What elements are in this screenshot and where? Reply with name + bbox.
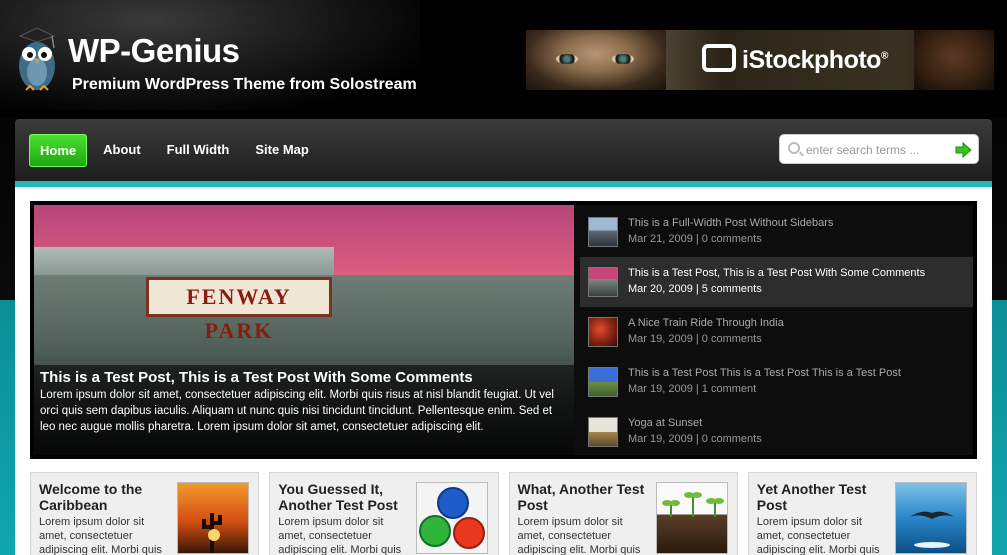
main-nav: Home About Full Width Site Map — [15, 119, 992, 181]
search-input[interactable] — [806, 141, 946, 159]
feature-box: Welcome to the Caribbean Lorem ipsum dol… — [30, 472, 260, 555]
featured-image[interactable]: FENWAY PARK This is a Test Post, This is… — [34, 205, 574, 455]
banner-reg-mark: ® — [880, 50, 888, 62]
banner-eye — [612, 54, 634, 64]
banner-logo-text: iStockphoto — [742, 46, 881, 74]
nav-menu: Home About Full Width Site Map — [29, 134, 319, 167]
paint-pots-icon — [419, 487, 486, 549]
featured-excerpt: Lorem ipsum dolor sit amet, consectetuer… — [40, 389, 554, 433]
whale-tail-icon — [909, 511, 954, 548]
post-title[interactable]: Yoga at Sunset — [628, 417, 973, 429]
box-text: Lorem ipsum dolor sit amet, consectetuer… — [278, 516, 402, 555]
ad-banner[interactable]: iStockphoto® — [526, 30, 994, 90]
arrow-right-icon[interactable] — [954, 141, 972, 159]
banner-eye — [556, 54, 578, 64]
fenway-sign: FENWAY PARK — [146, 277, 332, 343]
feature-boxes: Welcome to the Caribbean Lorem ipsum dol… — [30, 472, 977, 555]
post-list-item[interactable]: This is a Test Post This is a Test Post … — [580, 357, 973, 407]
istock-mark-icon — [702, 44, 736, 72]
site-title[interactable]: WP-Genius — [68, 32, 240, 70]
box-text: Lorem ipsum dolor sit amet, consectetuer… — [517, 516, 641, 555]
banner-face-right — [914, 30, 994, 90]
post-meta: Mar 21, 2009 | 0 comments — [628, 233, 762, 245]
featured-title[interactable]: This is a Test Post, This is a Test Post… — [40, 369, 568, 386]
featured-caption: This is a Test Post, This is a Test Post… — [34, 365, 574, 455]
post-thumbnail — [588, 267, 618, 297]
cactus-icon — [202, 513, 222, 553]
nav-item-full-width[interactable]: Full Width — [157, 134, 240, 167]
post-meta: Mar 20, 2009 | 5 comments — [628, 283, 762, 295]
post-list-item[interactable]: This is a Full-Width Post Without Sideba… — [580, 207, 973, 257]
post-title[interactable]: This is a Full-Width Post Without Sideba… — [628, 217, 973, 229]
nav-item-home[interactable]: Home — [29, 134, 88, 167]
box-image[interactable] — [416, 482, 489, 554]
box-image[interactable] — [894, 482, 967, 554]
post-list-item[interactable]: Yoga at Sunset Mar 19, 2009 | 0 comments — [580, 407, 973, 457]
feature-box: You Guessed It, Another Test Post Lorem … — [269, 472, 499, 555]
post-title[interactable]: This is a Test Post, This is a Test Post… — [628, 267, 973, 279]
post-meta: Mar 19, 2009 | 1 comment — [628, 383, 757, 395]
box-title[interactable]: What, Another Test Post — [518, 481, 652, 513]
box-text: Lorem ipsum dolor sit amet, consectetuer… — [756, 516, 880, 555]
post-thumbnail — [588, 217, 618, 247]
owl-logo-icon[interactable] — [14, 26, 60, 96]
featured-post-list: This is a Full-Width Post Without Sideba… — [580, 207, 973, 455]
post-thumbnail — [588, 317, 618, 347]
post-title[interactable]: This is a Test Post This is a Test Post … — [628, 367, 973, 379]
feature-box: What, Another Test Post Lorem ipsum dolo… — [508, 472, 738, 555]
box-image[interactable] — [655, 482, 728, 554]
content-area: FENWAY PARK This is a Test Post, This is… — [15, 187, 992, 555]
site-header: WP-Genius Premium WordPress Theme from S… — [0, 0, 1007, 118]
nav-item-site-map[interactable]: Site Map — [245, 134, 318, 167]
post-thumbnail — [588, 367, 618, 397]
box-text: Lorem ipsum dolor sit amet, consectetuer… — [39, 516, 162, 555]
box-title[interactable]: Yet Another Test Post — [757, 481, 891, 513]
box-image[interactable] — [177, 482, 249, 554]
nav-item-about[interactable]: About — [93, 134, 151, 167]
post-list-item-active[interactable]: This is a Test Post, This is a Test Post… — [580, 257, 973, 307]
site-tagline: Premium WordPress Theme from Solostream — [72, 76, 417, 93]
post-title[interactable]: A Nice Train Ride Through India — [628, 317, 973, 329]
banner-logo: iStockphoto® — [702, 44, 888, 75]
search-box — [779, 134, 979, 164]
post-meta: Mar 19, 2009 | 0 comments — [628, 333, 762, 345]
featured-slider: FENWAY PARK This is a Test Post, This is… — [30, 201, 977, 459]
seedlings-icon — [661, 492, 724, 517]
search-icon — [788, 142, 800, 154]
box-title[interactable]: You Guessed It, Another Test Post — [278, 481, 412, 513]
post-list-item[interactable]: A Nice Train Ride Through India Mar 19, … — [580, 307, 973, 357]
feature-box: Yet Another Test Post Lorem ipsum dolor … — [747, 472, 977, 555]
post-thumbnail — [588, 417, 618, 447]
banner-face-left — [526, 30, 666, 90]
post-meta: Mar 19, 2009 | 0 comments — [628, 433, 762, 445]
box-title[interactable]: Welcome to the Caribbean — [39, 481, 173, 513]
